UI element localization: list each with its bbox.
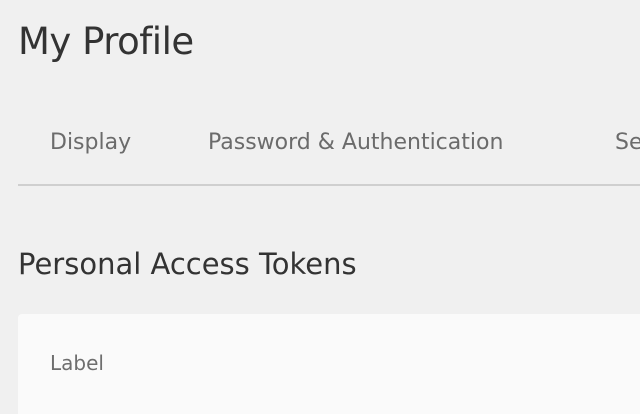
tab-display[interactable]: Display — [50, 128, 131, 158]
tab-sessions[interactable]: Se — [615, 128, 640, 158]
personal-access-tokens-table: Label — [18, 314, 640, 414]
section-title-personal-access-tokens: Personal Access Tokens — [18, 247, 357, 281]
profile-tabs: Display Password & Authentication Se — [18, 112, 640, 186]
tab-password-authentication[interactable]: Password & Authentication — [208, 128, 503, 158]
column-header-label: Label — [50, 351, 104, 375]
page-title: My Profile — [18, 20, 194, 63]
